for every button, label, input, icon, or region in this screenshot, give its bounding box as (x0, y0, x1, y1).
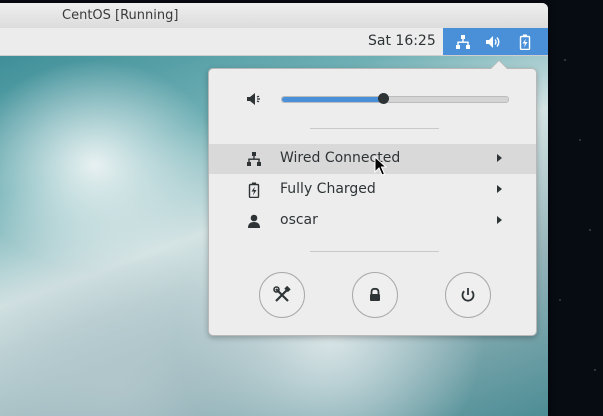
power-icon (461, 288, 475, 302)
system-status-menu: Wired Connected Fully Charged oscar (208, 60, 537, 336)
volume-slider-handle[interactable] (377, 93, 389, 104)
separator (310, 128, 439, 129)
network-wired-icon (247, 152, 261, 166)
volume-slider[interactable] (281, 93, 509, 104)
settings-button[interactable] (259, 272, 305, 318)
menu-item-power[interactable]: Fully Charged (209, 175, 536, 205)
settings-icon (273, 286, 291, 302)
submenu-arrow-icon (497, 154, 502, 162)
user-icon (248, 214, 260, 228)
volume-icon (486, 36, 500, 48)
vm-window-title: CentOS [Running] (62, 8, 179, 23)
network-wired-icon (456, 35, 470, 49)
volume-slider-fill (282, 97, 384, 102)
menu-item-label: Fully Charged (280, 181, 376, 197)
lock-button[interactable] (352, 272, 398, 318)
vm-titlebar[interactable]: CentOS [Running] (0, 3, 548, 29)
battery-icon (519, 34, 531, 50)
submenu-arrow-icon (497, 185, 502, 193)
lock-icon (370, 287, 380, 301)
status-menu-button[interactable] (443, 28, 548, 55)
menu-pointer-arrow (490, 60, 508, 69)
battery-charged-icon (248, 182, 260, 198)
power-off-button[interactable] (445, 272, 491, 318)
menu-item-user[interactable]: oscar (209, 206, 536, 236)
top-bar: Sat 16:25 (0, 28, 548, 56)
separator (310, 251, 439, 252)
mouse-cursor-icon (374, 156, 387, 176)
menu-item-label: oscar (280, 212, 318, 228)
clock[interactable]: Sat 16:25 (368, 33, 436, 49)
menu-item-network[interactable]: Wired Connected (209, 144, 536, 174)
submenu-arrow-icon (497, 216, 502, 224)
volume-muted-icon[interactable] (246, 90, 264, 108)
